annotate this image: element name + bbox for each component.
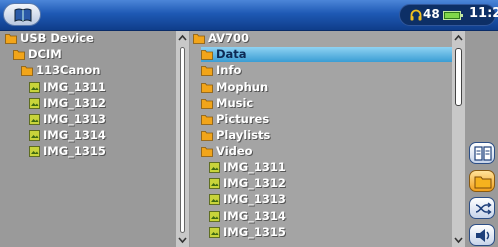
image-file-icon (209, 162, 220, 173)
item-label: USB Device (20, 31, 94, 45)
volume-level: 48 (423, 7, 440, 21)
folder-item[interactable]: AV700 (193, 31, 249, 46)
clock: 11:22 (469, 6, 498, 21)
folder-item[interactable]: Data (201, 47, 454, 62)
image-file-icon (29, 82, 40, 93)
top-bar: 48 11:22 (0, 0, 498, 31)
scroll-down-icon (178, 237, 187, 244)
left-scrollbar[interactable] (176, 31, 189, 247)
item-label: IMG_1315 (223, 225, 286, 239)
folder-icon (5, 34, 17, 44)
file-item[interactable]: IMG_1314 (209, 209, 286, 224)
item-label: Info (216, 63, 242, 77)
folder-item[interactable]: USB Device (5, 31, 94, 46)
item-label: IMG_1313 (43, 112, 106, 126)
folder-icon (201, 99, 213, 109)
dual-pane-button[interactable] (469, 142, 495, 164)
image-file-icon (29, 114, 40, 125)
item-label: 113Canon (36, 63, 101, 77)
battery-icon (443, 11, 463, 20)
item-label: Data (216, 47, 247, 61)
folder-item[interactable]: 113Canon (21, 63, 100, 78)
shuffle-icon (475, 202, 492, 215)
folder-icon (13, 50, 25, 60)
scroll-up-icon (454, 34, 463, 41)
folder-icon (474, 176, 492, 189)
speaker-icon (476, 229, 490, 242)
image-file-icon (29, 98, 40, 109)
item-label: IMG_1313 (223, 192, 286, 206)
left-scroll-track[interactable] (180, 47, 185, 233)
left-file-pane: USB Device DCIM 113Canon IMG_1311 IMG_1312 IM… (0, 31, 176, 247)
item-label: IMG_1311 (43, 80, 106, 94)
item-label: IMG_1312 (223, 176, 286, 190)
item-label: IMG_1312 (43, 96, 106, 110)
folder-icon (201, 66, 213, 76)
item-label: Pictures (216, 112, 270, 126)
folder-icon (201, 131, 213, 141)
item-label: IMG_1315 (43, 144, 106, 158)
folder-item[interactable]: DCIM (13, 47, 62, 62)
file-item[interactable]: IMG_1311 (29, 80, 106, 95)
image-file-icon (29, 146, 40, 157)
folder-item[interactable]: Music (201, 96, 253, 111)
item-label: DCIM (28, 47, 62, 61)
file-item[interactable]: IMG_1312 (209, 176, 286, 191)
folder-button[interactable] (469, 170, 495, 192)
speaker-button[interactable] (469, 224, 495, 246)
file-item[interactable]: IMG_1313 (209, 192, 286, 207)
image-file-icon (209, 178, 220, 189)
scroll-up-icon (178, 34, 187, 41)
item-label: Mophun (216, 80, 269, 94)
file-item[interactable]: IMG_1311 (209, 160, 286, 175)
item-label: Video (216, 144, 253, 158)
item-label: AV700 (208, 31, 250, 45)
item-label: IMG_1314 (43, 128, 106, 142)
folder-icon (201, 50, 213, 60)
image-file-icon (209, 194, 220, 205)
folder-item[interactable]: Info (201, 63, 241, 78)
folder-item[interactable]: Video (201, 144, 253, 159)
folder-icon (201, 115, 213, 125)
folder-icon (193, 34, 205, 44)
folder-icon (201, 147, 213, 157)
shuffle-button[interactable] (469, 197, 495, 219)
headphones-icon (410, 9, 422, 21)
scroll-down-icon (454, 237, 463, 244)
folder-icon (21, 66, 33, 76)
right-scroll-thumb[interactable] (455, 48, 462, 106)
image-file-icon (209, 227, 220, 238)
side-toolbar (467, 31, 498, 247)
folder-item[interactable]: Playlists (201, 128, 270, 143)
folder-item[interactable]: Mophun (201, 80, 268, 95)
item-label: Music (216, 96, 254, 110)
file-item[interactable]: IMG_1314 (29, 128, 106, 143)
folder-item[interactable]: Pictures (201, 112, 269, 127)
file-item[interactable]: IMG_1315 (209, 225, 286, 240)
item-label: IMG_1311 (223, 160, 286, 174)
file-item[interactable]: IMG_1312 (29, 96, 106, 111)
image-file-icon (29, 130, 40, 141)
item-label: IMG_1314 (223, 209, 286, 223)
folder-icon (201, 83, 213, 93)
item-label: Playlists (216, 128, 271, 142)
right-scrollbar[interactable] (452, 31, 465, 247)
book-icon (14, 8, 32, 22)
dual-pane-icon (474, 146, 492, 161)
image-file-icon (209, 211, 220, 222)
right-file-pane: AV700 Data Info Mophun Music Pictures Playlist… (190, 31, 454, 247)
menu-button[interactable] (3, 3, 41, 26)
file-item[interactable]: IMG_1315 (29, 144, 106, 159)
file-item[interactable]: IMG_1313 (29, 112, 106, 127)
